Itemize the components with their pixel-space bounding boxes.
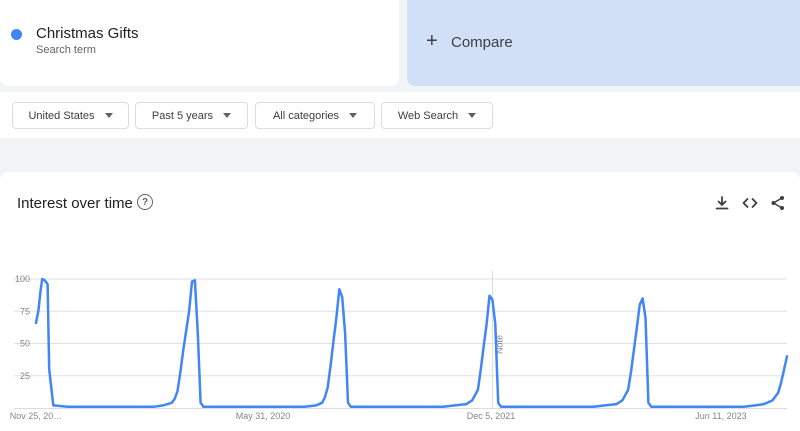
- interest-over-time-card: 100 75 50 25 Note Nov 25, 20… May 31, 2020 De…: [0, 172, 800, 431]
- y-tick-label: 50: [20, 339, 30, 349]
- plus-icon: +: [426, 30, 438, 52]
- download-icon[interactable]: [713, 194, 731, 212]
- caret-down-icon: [223, 113, 232, 118]
- help-icon[interactable]: ?: [137, 194, 153, 210]
- series-line: [34, 277, 789, 408]
- search-term-subtitle: Search term: [36, 44, 96, 56]
- region-filter-label: United States: [28, 109, 95, 122]
- caret-down-icon: [349, 113, 358, 118]
- chart-title: Interest over time: [17, 195, 133, 212]
- category-filter-dropdown[interactable]: All categories: [255, 102, 375, 129]
- search-type-filter-dropdown[interactable]: Web Search: [381, 102, 493, 129]
- search-type-filter-label: Web Search: [397, 109, 459, 122]
- time-range-filter-label: Past 5 years: [151, 109, 214, 122]
- x-tick-label: Nov 25, 20…: [10, 411, 63, 421]
- embed-icon[interactable]: [741, 194, 759, 212]
- y-tick-label: 100: [15, 274, 30, 284]
- y-tick-label: 75: [20, 306, 30, 316]
- x-tick-label: Dec 5, 2021: [467, 411, 516, 421]
- search-term-title[interactable]: Christmas Gifts: [36, 25, 139, 42]
- search-term-card[interactable]: Christmas Gifts Search term: [0, 0, 399, 86]
- share-icon[interactable]: [769, 194, 787, 212]
- y-tick-label: 25: [20, 371, 30, 381]
- region-filter-dropdown[interactable]: United States: [12, 102, 129, 129]
- series-color-dot: [11, 29, 22, 40]
- compare-button[interactable]: + Compare: [407, 0, 800, 86]
- caret-down-icon: [468, 113, 477, 118]
- x-tick-label: May 31, 2020: [236, 411, 291, 421]
- time-range-filter-dropdown[interactable]: Past 5 years: [135, 102, 248, 129]
- filter-bar: United States Past 5 years All categorie…: [0, 92, 800, 138]
- caret-down-icon: [104, 113, 113, 118]
- category-filter-label: All categories: [272, 109, 340, 122]
- x-tick-label: Jun 11, 2023: [695, 411, 746, 421]
- compare-label: Compare: [451, 34, 513, 51]
